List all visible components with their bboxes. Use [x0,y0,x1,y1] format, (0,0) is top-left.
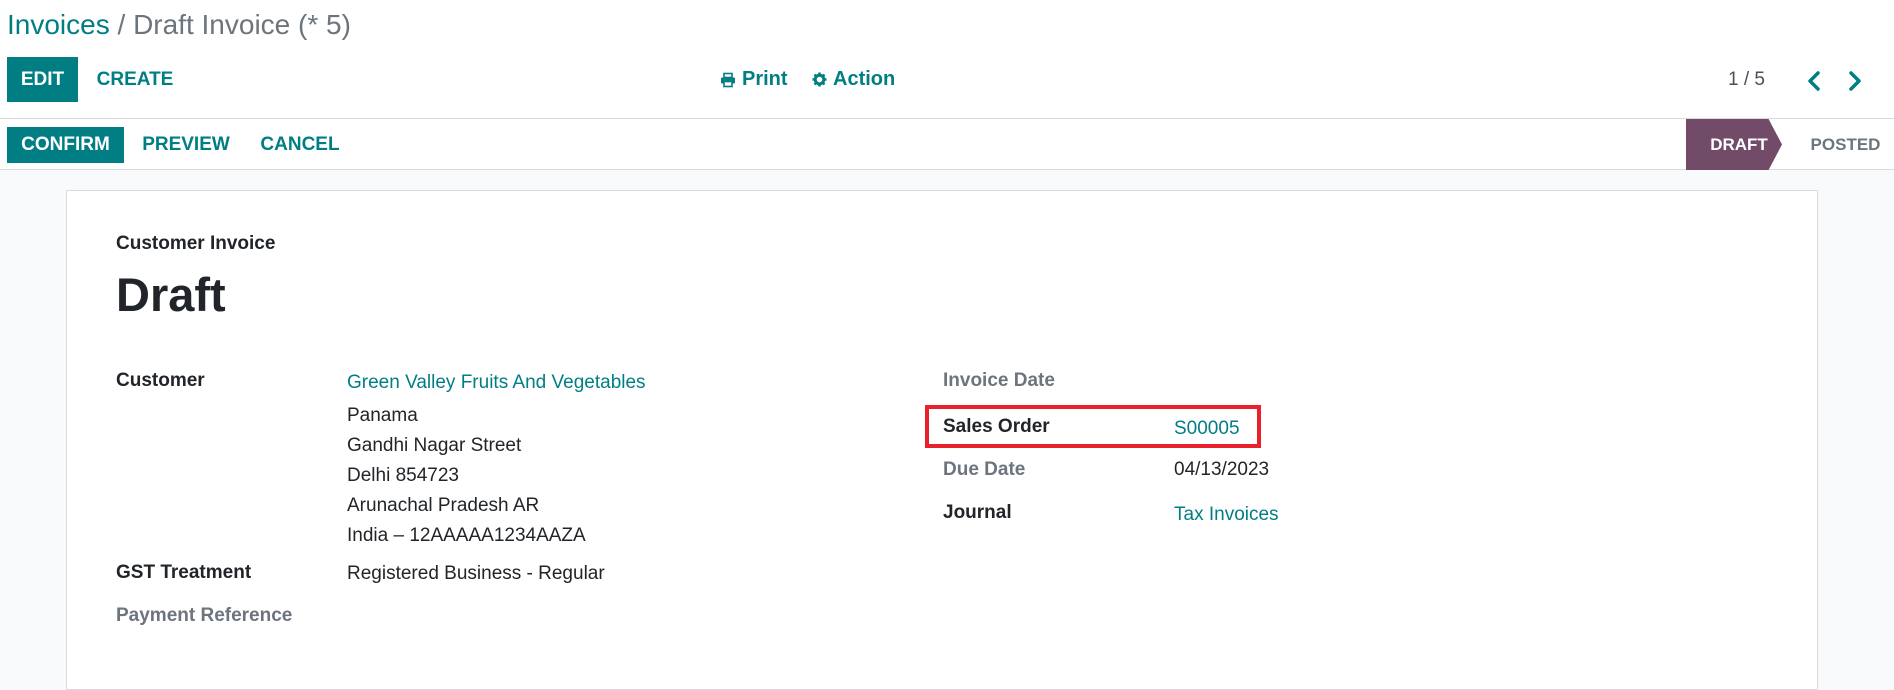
printer-icon [720,72,736,88]
chevron-left-icon [1807,71,1821,91]
address-line: Gandhi Nagar Street [347,435,522,456]
stage-posted[interactable]: POSTED [1797,119,1894,170]
due-date-value[interactable]: 04/13/2023 [1174,459,1269,481]
control-panel: Invoices / Draft Invoice (* 5) EDIT CREA… [0,0,1894,119]
address-line: Delhi 854723 [347,465,459,486]
address-line: India – 12AAAAA1234AAZA [347,525,586,546]
due-date-label: Due Date [943,459,1026,480]
customer-address: Panama Gandhi Nagar Street Delhi 854723 … [347,405,747,555]
breadcrumb-current: Draft Invoice (* 5) [133,9,351,40]
gst-treatment-value[interactable]: Registered Business - Regular [347,563,605,585]
sales-order-label: Sales Order [943,416,1050,437]
document-type: Customer Invoice [116,233,276,254]
edit-button[interactable]: EDIT [7,57,78,102]
stage-draft[interactable]: DRAFT [1686,119,1782,170]
journal-link[interactable]: Tax Invoices [1174,504,1279,526]
cancel-button[interactable]: CANCEL [252,127,348,163]
address-line: Arunachal Pradesh AR [347,495,540,516]
action-dropdown[interactable]: Action [812,68,895,91]
journal-label: Journal [943,502,1012,523]
payment-reference-label: Payment Reference [116,605,293,626]
confirm-button[interactable]: CONFIRM [7,127,124,163]
preview-button[interactable]: PREVIEW [134,127,238,163]
create-button[interactable]: CREATE [88,57,182,102]
breadcrumb: Invoices / Draft Invoice (* 5) [7,8,351,42]
pager-previous-button[interactable] [1799,66,1829,96]
customer-name-link[interactable]: Green Valley Fruits And Vegetables [347,372,646,394]
pager-next-button[interactable] [1840,66,1870,96]
statusbar: CONFIRM PREVIEW CANCEL DRAFT POSTED [0,119,1894,170]
address-line: Panama [347,405,418,426]
chevron-right-icon [1848,71,1862,91]
gear-icon [812,72,827,87]
breadcrumb-separator: / [109,9,134,40]
breadcrumb-invoices-link[interactable]: Invoices [7,9,110,40]
sales-order-link[interactable]: S00005 [1174,418,1240,440]
invoice-form-sheet: Customer Invoice Draft Customer Green Va… [66,190,1818,690]
customer-label: Customer [116,370,205,391]
print-dropdown[interactable]: Print [720,68,788,91]
pager-value[interactable]: 1 / 5 [1728,69,1765,91]
gst-treatment-label: GST Treatment [116,562,252,583]
invoice-date-label: Invoice Date [943,370,1055,391]
print-label: Print [742,68,788,90]
action-label: Action [833,68,896,90]
document-name: Draft [116,268,226,321]
